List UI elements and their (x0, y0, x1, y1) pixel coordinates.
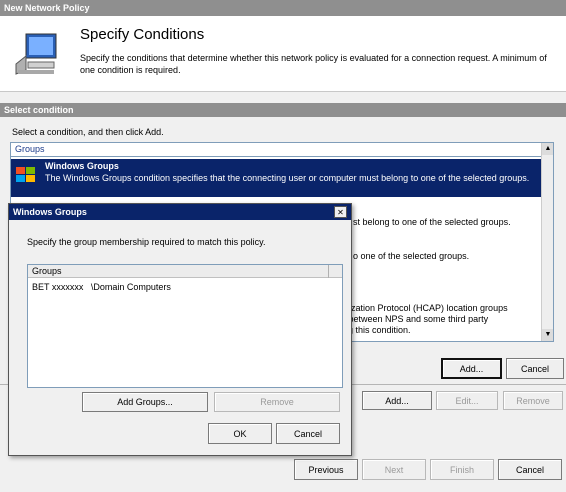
select-condition-title-bar: Select condition (0, 103, 566, 117)
wizard-header: Specify Conditions Specify the condition… (0, 16, 566, 92)
windows-groups-title: Windows Groups (45, 161, 119, 171)
groups-header: Groups (11, 143, 553, 157)
dialog-remove-button: Remove (214, 392, 340, 412)
groups-column-header[interactable]: Groups (28, 265, 342, 278)
condition-cancel-button[interactable]: Cancel (506, 358, 564, 379)
dialog-close-icon[interactable]: ✕ (334, 206, 347, 218)
groups-column-label: Groups (32, 266, 62, 276)
next-button: Next (362, 459, 426, 480)
list-item-windows-groups[interactable]: Windows Groups The Windows Groups condit… (11, 159, 553, 197)
window-title-bar: New Network Policy (0, 0, 566, 16)
condition-add-button[interactable]: Add... (441, 358, 502, 379)
partial-text-3: orization Protocol (HCAP) location group… (341, 303, 508, 313)
lower-remove-button: Remove (503, 391, 563, 410)
dialog-ok-button[interactable]: OK (208, 423, 272, 444)
group-list-item[interactable]: BET xxxxxxx \Domain Computers (32, 282, 171, 292)
windows-groups-dialog: Windows Groups ✕ Specify the group membe… (8, 203, 352, 456)
wizard-cancel-button[interactable]: Cancel (498, 459, 562, 480)
computer-icon (14, 30, 60, 76)
dialog-instruction: Specify the group membership required to… (27, 237, 266, 247)
windows-groups-icon (15, 165, 37, 185)
window-title: New Network Policy (4, 3, 90, 13)
conditions-scrollbar[interactable]: ▲ ▼ (541, 143, 553, 341)
finish-button: Finish (430, 459, 494, 480)
scroll-up-arrow-icon[interactable]: ▲ (542, 143, 553, 155)
groups-list[interactable]: Groups BET xxxxxxx \Domain Computers (27, 264, 343, 388)
add-groups-button[interactable]: Add Groups... (82, 392, 208, 412)
lower-edit-button: Edit... (436, 391, 498, 410)
select-condition-title: Select condition (4, 105, 74, 115)
scroll-down-arrow-icon[interactable]: ▼ (542, 329, 553, 341)
partial-text-4: n between NPS and some third party (341, 314, 489, 324)
page-description: Specify the conditions that determine wh… (80, 53, 547, 75)
previous-button[interactable]: Previous (294, 459, 358, 480)
partial-text-1: st belong to one of the selected groups. (353, 217, 511, 227)
partial-text-2: o one of the selected groups. (353, 251, 470, 261)
dialog-title-bar: Windows Groups (9, 204, 351, 220)
windows-groups-description: The Windows Groups condition specifies t… (45, 173, 530, 183)
select-condition-instruction: Select a condition, and then click Add. (12, 127, 164, 137)
groups-header-label: Groups (15, 144, 45, 154)
page-heading: Specify Conditions (80, 26, 205, 43)
dialog-title: Windows Groups (13, 207, 87, 217)
column-separator (328, 265, 329, 278)
lower-add-button[interactable]: Add... (362, 391, 432, 410)
dialog-cancel-button[interactable]: Cancel (276, 423, 340, 444)
